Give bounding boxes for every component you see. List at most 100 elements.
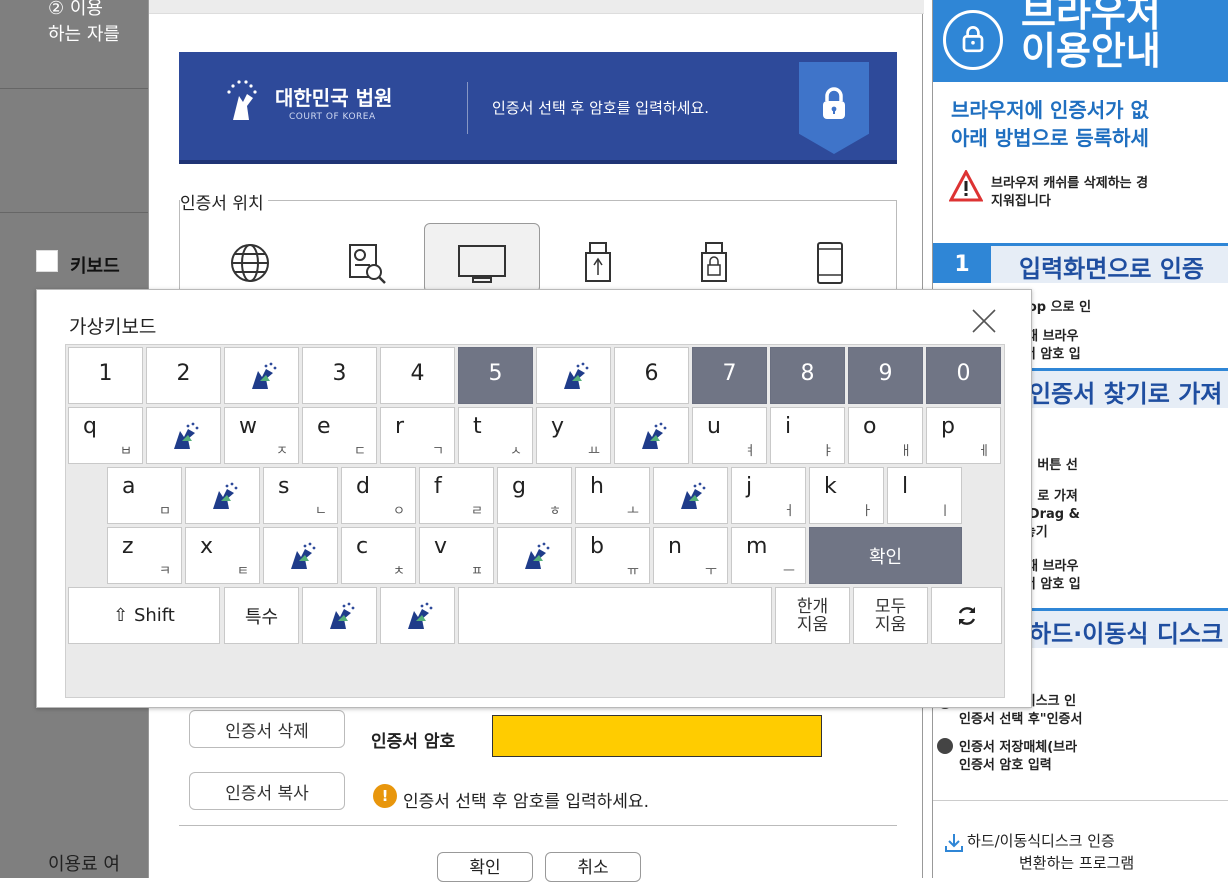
key-1[interactable]: 1 bbox=[68, 347, 143, 404]
guide-text: 인증서 저장매체(브라 bbox=[959, 740, 1078, 755]
dialog-top-bar bbox=[149, 0, 924, 14]
key-label: 1 bbox=[98, 361, 113, 386]
key-logo[interactable] bbox=[302, 587, 377, 644]
key-8[interactable]: 8 bbox=[770, 347, 845, 404]
warning-message: 인증서 선택 후 암호를 입력하세요. bbox=[403, 792, 649, 812]
location-browser-button[interactable] bbox=[192, 223, 308, 293]
key-5[interactable]: 5 bbox=[458, 347, 533, 404]
key-k[interactable]: kㅏ bbox=[809, 467, 884, 524]
key-logo[interactable] bbox=[185, 467, 260, 524]
key-logo[interactable] bbox=[653, 467, 728, 524]
keyboard-board: 1 2 3 4 5 6 789 0 qㅂ wㅈeㄷrㄱtㅅyㅛ uㅕiㅑoㅐpㅔ aㅁ sㄴdㅇfㄹgㅎ… bbox=[65, 344, 1005, 698]
key-h[interactable]: hㅗ bbox=[575, 467, 650, 524]
key-label: z bbox=[122, 534, 134, 559]
location-security-token-button[interactable] bbox=[656, 223, 772, 293]
key-9[interactable]: 9 bbox=[848, 347, 923, 404]
key-label-line1: 모두 bbox=[874, 596, 907, 617]
key-logo[interactable] bbox=[224, 347, 299, 404]
key-o[interactable]: oㅐ bbox=[848, 407, 923, 464]
key-label: x bbox=[200, 534, 214, 559]
key-label: g bbox=[512, 474, 526, 499]
key-n[interactable]: nㅜ bbox=[653, 527, 728, 584]
key-2[interactable]: 2 bbox=[146, 347, 221, 404]
key-label: n bbox=[668, 534, 682, 559]
keyboard-confirm-key[interactable]: 확인 bbox=[809, 527, 962, 584]
key-f[interactable]: fㄹ bbox=[419, 467, 494, 524]
guide-footer-line1[interactable]: 하드/이동식디스크 인증 bbox=[967, 830, 1115, 851]
key-l[interactable]: lㅣ bbox=[887, 467, 962, 524]
key-hangul-label: ㅁ bbox=[159, 504, 171, 519]
key-label: m bbox=[746, 534, 768, 559]
clear-all-key[interactable]: 모두 지움 bbox=[853, 587, 928, 644]
key-label: 0 bbox=[956, 361, 971, 386]
court-emblem-icon bbox=[641, 422, 666, 449]
key-4[interactable]: 4 bbox=[380, 347, 455, 404]
keyboard-checkbox[interactable] bbox=[36, 250, 58, 272]
key-x[interactable]: xㅌ bbox=[185, 527, 260, 584]
shift-key[interactable]: ⇧ Shift bbox=[68, 587, 220, 644]
court-emblem-icon bbox=[680, 482, 705, 509]
key-t[interactable]: tㅅ bbox=[458, 407, 533, 464]
key-b[interactable]: bㅠ bbox=[575, 527, 650, 584]
key-r[interactable]: rㄱ bbox=[380, 407, 455, 464]
court-emblem-icon bbox=[407, 602, 432, 629]
guide-title: 이용안내 bbox=[1021, 29, 1161, 73]
space-key[interactable] bbox=[458, 587, 772, 644]
key-hangul-label: ㅕ bbox=[744, 444, 756, 459]
refresh-key[interactable] bbox=[931, 587, 1002, 644]
delete-certificate-button[interactable]: 인증서 삭제 bbox=[189, 710, 345, 748]
key-v[interactable]: vㅍ bbox=[419, 527, 494, 584]
key-y[interactable]: yㅛ bbox=[536, 407, 611, 464]
key-q[interactable]: qㅂ bbox=[68, 407, 143, 464]
key-d[interactable]: dㅇ bbox=[341, 467, 416, 524]
password-input[interactable] bbox=[492, 715, 822, 757]
key-hangul-label: ㅍ bbox=[471, 564, 483, 579]
key-hangul-label: ㅛ bbox=[588, 444, 600, 459]
close-icon[interactable] bbox=[971, 308, 997, 334]
key-g[interactable]: gㅎ bbox=[497, 467, 572, 524]
copy-certificate-button[interactable]: 인증서 복사 bbox=[189, 772, 345, 810]
location-legend: 인증서 위치 bbox=[180, 189, 268, 214]
guide-intro-line1: 브라우저에 인증서가 없 bbox=[951, 98, 1149, 122]
key-i[interactable]: iㅑ bbox=[770, 407, 845, 464]
key-hangul-label: ㅓ bbox=[783, 504, 795, 519]
key-logo[interactable] bbox=[614, 407, 689, 464]
key-label: l bbox=[902, 474, 909, 499]
key-a[interactable]: aㅁ bbox=[107, 467, 182, 524]
key-j[interactable]: jㅓ bbox=[731, 467, 806, 524]
location-removable-button[interactable] bbox=[540, 223, 656, 293]
key-u[interactable]: uㅕ bbox=[692, 407, 767, 464]
key-logo[interactable] bbox=[146, 407, 221, 464]
key-label: 4 bbox=[410, 361, 425, 386]
location-search-button[interactable] bbox=[308, 223, 424, 293]
key-z[interactable]: zㅋ bbox=[107, 527, 182, 584]
key-s[interactable]: sㄴ bbox=[263, 467, 338, 524]
key-logo[interactable] bbox=[263, 527, 338, 584]
key-c[interactable]: cㅊ bbox=[341, 527, 416, 584]
location-hard-disk-button[interactable] bbox=[424, 223, 540, 293]
key-3[interactable]: 3 bbox=[302, 347, 377, 404]
key-hangul-label: ㅣ bbox=[939, 504, 951, 519]
key-label: 확인 bbox=[868, 546, 903, 568]
key-p[interactable]: pㅔ bbox=[926, 407, 1001, 464]
key-label: 6 bbox=[644, 361, 659, 386]
court-banner: 대한민국 법원 COURT OF KOREA 인증서 선택 후 암호를 입력하세… bbox=[179, 52, 897, 164]
key-hangul-label: ㄹ bbox=[471, 504, 483, 519]
backspace-key[interactable]: 한개 지움 bbox=[775, 587, 850, 644]
key-6[interactable]: 6 bbox=[614, 347, 689, 404]
key-logo[interactable] bbox=[380, 587, 455, 644]
caution-icon bbox=[949, 170, 983, 202]
court-emblem-icon bbox=[227, 80, 257, 120]
court-emblem-icon bbox=[329, 602, 354, 629]
key-0[interactable]: 0 bbox=[926, 347, 1001, 404]
key-hangul-label: ㅔ bbox=[978, 444, 990, 459]
key-7[interactable]: 7 bbox=[692, 347, 767, 404]
key-w[interactable]: wㅈ bbox=[224, 407, 299, 464]
key-e[interactable]: eㄷ bbox=[302, 407, 377, 464]
special-key[interactable]: 특수 bbox=[224, 587, 299, 644]
key-logo[interactable] bbox=[536, 347, 611, 404]
key-logo[interactable] bbox=[497, 527, 572, 584]
key-m[interactable]: mㅡ bbox=[731, 527, 806, 584]
key-label: b bbox=[590, 534, 604, 559]
location-mobile-button[interactable] bbox=[772, 223, 888, 293]
